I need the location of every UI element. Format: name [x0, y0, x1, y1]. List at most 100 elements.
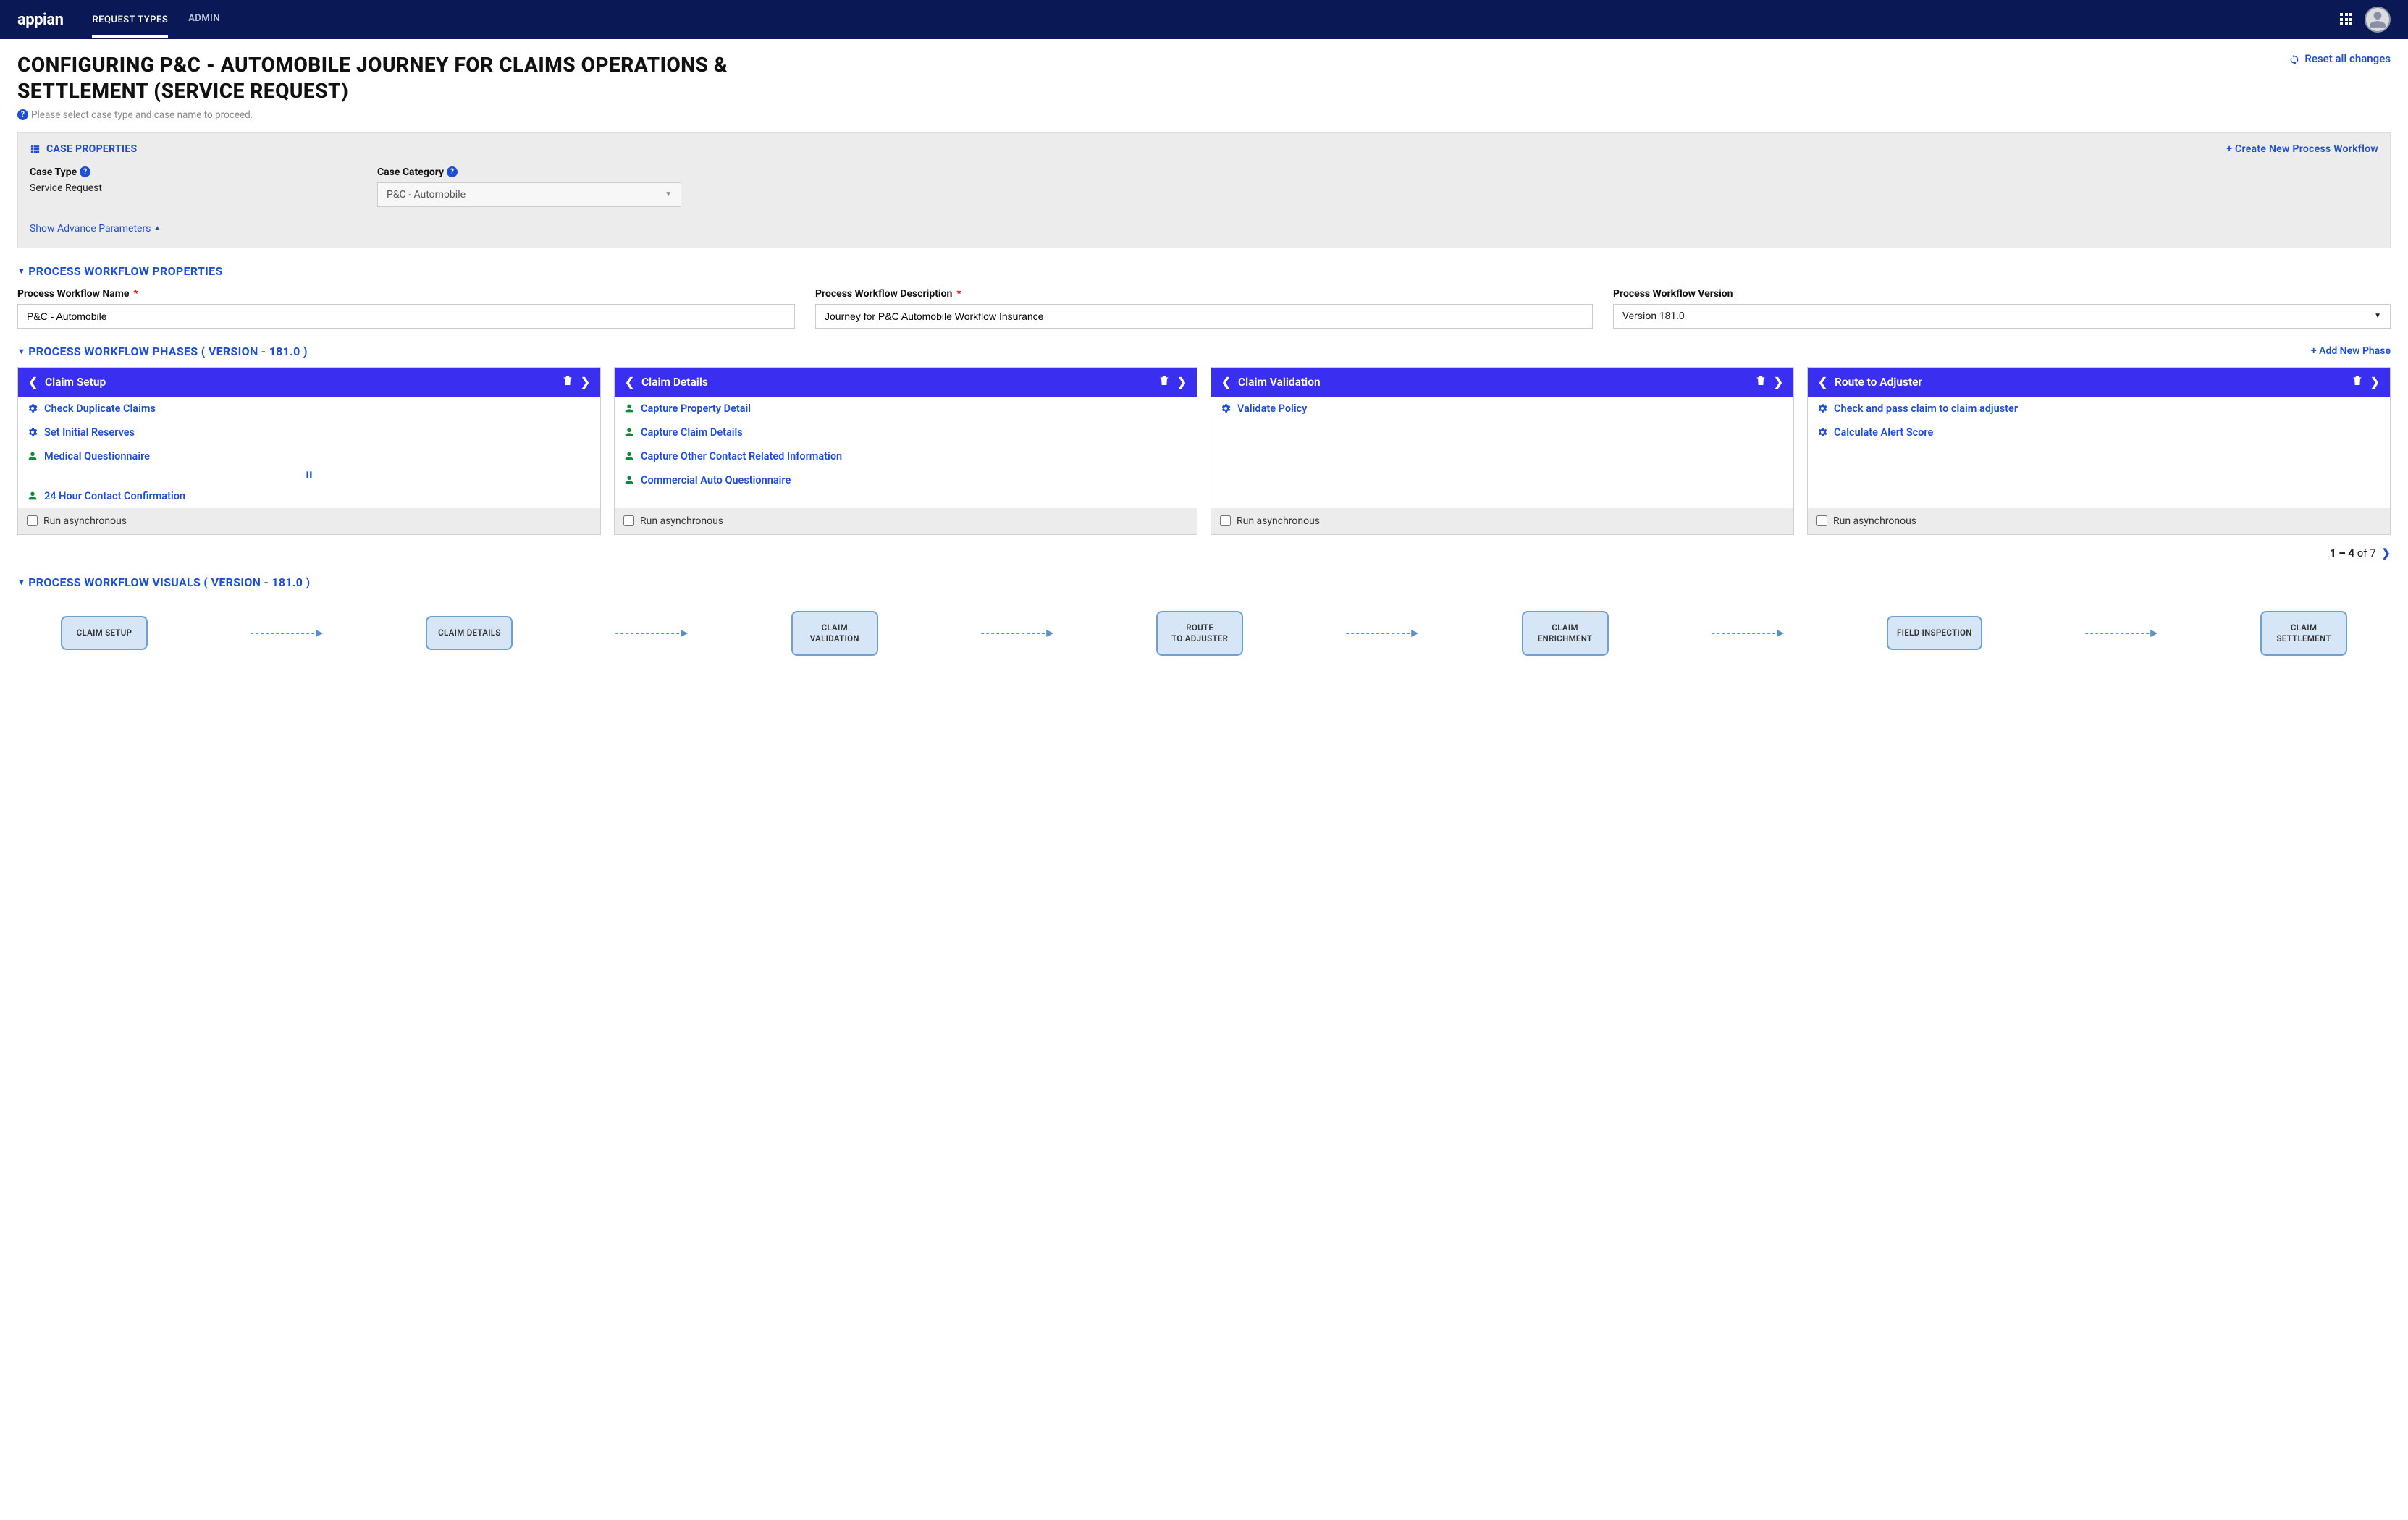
phase-next-icon[interactable]: ❯	[579, 376, 592, 389]
phase-next-icon[interactable]: ❯	[2369, 376, 2381, 389]
case-properties-panel: CASE PROPERTIES + Create New Process Wor…	[17, 132, 2391, 248]
phase-step[interactable]: Medical Questionnaire	[18, 444, 600, 468]
gear-icon	[27, 426, 38, 438]
phase-step-label: Medical Questionnaire	[44, 450, 150, 463]
brand-logo: appian	[17, 11, 63, 29]
phase-step[interactable]: Validate Policy	[1211, 397, 1793, 421]
flow-arrow-icon	[1609, 629, 1887, 638]
phase-step[interactable]: Calculate Alert Score	[1808, 421, 2390, 444]
flow-arrow-icon	[878, 629, 1156, 638]
flow-node[interactable]: CLAIM SETUP	[61, 616, 148, 650]
trash-icon[interactable]	[1158, 375, 1170, 389]
phase-prev-icon[interactable]: ❮	[27, 376, 39, 389]
nav-admin[interactable]: ADMIN	[188, 13, 220, 27]
phase-step-label: Capture Claim Details	[641, 426, 743, 439]
phase-step[interactable]: Capture Other Contact Related Informatio…	[615, 444, 1197, 468]
phase-step[interactable]: Capture Claim Details	[615, 421, 1197, 444]
workflow-flow-diagram: CLAIM SETUP CLAIM DETAILS CLAIMVALIDATION R…	[17, 611, 2391, 656]
workflow-version-select[interactable]: Version 181.0 ▼	[1613, 304, 2391, 329]
phase-card: ❮ Route to Adjuster ❯ Check and pass claim …	[1807, 367, 2391, 535]
case-properties-header: CASE PROPERTIES	[46, 143, 137, 155]
phase-prev-icon[interactable]: ❮	[1220, 376, 1232, 389]
phase-step-label: Validate Policy	[1237, 402, 1307, 415]
user-avatar[interactable]	[2365, 7, 2391, 33]
flow-arrow-icon	[1982, 629, 2260, 638]
flow-node[interactable]: ROUTETO ADJUSTER	[1156, 611, 1243, 656]
show-advance-parameters-toggle[interactable]: Show Advance Parameters ▲	[30, 223, 2378, 235]
chevron-up-icon: ▲	[153, 224, 161, 232]
nav-request-types[interactable]: REQUEST TYPES	[92, 14, 168, 38]
case-category-select[interactable]: P&C - Automobile ▼	[377, 182, 681, 207]
person-icon	[27, 450, 38, 462]
phase-title: Claim Setup	[45, 376, 556, 389]
workflow-desc-input[interactable]	[815, 304, 1593, 329]
page-title: CONFIGURING P&C - AUTOMOBILE JOURNEY FOR…	[17, 52, 814, 105]
flow-arrow-icon	[148, 629, 426, 638]
help-icon[interactable]: ?	[80, 166, 90, 177]
gear-icon	[1220, 402, 1232, 414]
trash-icon[interactable]	[2352, 375, 2363, 389]
phase-step[interactable]: Commercial Auto Questionnaire	[615, 468, 1197, 492]
list-icon	[30, 143, 41, 154]
phase-prev-icon[interactable]: ❮	[623, 376, 636, 389]
chevron-down-icon: ▼	[665, 190, 672, 198]
phase-title: Route to Adjuster	[1835, 376, 2346, 389]
flow-node[interactable]: CLAIMVALIDATION	[791, 611, 878, 656]
flow-node[interactable]: CLAIMSETTLEMENT	[2260, 611, 2347, 656]
person-icon	[623, 402, 635, 414]
phase-card: ❮ Claim Validation ❯ Validate Policy Run asy…	[1211, 367, 1794, 535]
workflow-visuals-header[interactable]: ▼ PROCESS WORKFLOW VISUALS ( VERSION - 1…	[17, 575, 2391, 589]
flow-node[interactable]: FIELD INSPECTION	[1887, 616, 1982, 650]
pause-icon[interactable]	[18, 468, 600, 484]
phase-step[interactable]: Capture Property Detail	[615, 397, 1197, 421]
phase-title: Claim Validation	[1238, 376, 1749, 389]
phase-prev-icon[interactable]: ❮	[1816, 376, 1829, 389]
person-icon	[623, 426, 635, 438]
workflow-properties-header[interactable]: ▼ PROCESS WORKFLOW PROPERTIES	[17, 264, 2391, 278]
trash-icon[interactable]	[1755, 375, 1767, 389]
phase-next-icon[interactable]: ❯	[1772, 376, 1785, 389]
gear-icon	[1816, 426, 1828, 438]
gear-icon	[27, 402, 38, 414]
flow-node[interactable]: CLAIMENRICHMENT	[1522, 611, 1609, 656]
add-new-phase-link[interactable]: + Add New Phase	[2311, 345, 2391, 357]
phase-step[interactable]: Set Initial Reserves	[18, 421, 600, 444]
phase-next-icon[interactable]: ❯	[1176, 376, 1188, 389]
flow-node[interactable]: CLAIM DETAILS	[426, 616, 513, 650]
workflow-name-label: Process Workflow Name*	[17, 288, 795, 300]
phase-step[interactable]: 24 Hour Contact Confirmation	[18, 484, 600, 508]
person-icon	[623, 450, 635, 462]
run-async-checkbox[interactable]: Run asynchronous	[1211, 508, 1793, 534]
phase-card: ❮ Claim Setup ❯ Check Duplicate Claims Set I…	[17, 367, 601, 535]
phase-cards-container: ❮ Claim Setup ❯ Check Duplicate Claims Set I…	[17, 367, 2391, 535]
run-async-checkbox[interactable]: Run asynchronous	[615, 508, 1197, 534]
run-async-checkbox[interactable]: Run asynchronous	[18, 508, 600, 534]
workflow-phases-header[interactable]: ▼ PROCESS WORKFLOW PHASES ( VERSION - 18…	[17, 345, 308, 358]
phase-card: ❮Claim Details❯Capture Property DetailCa…	[614, 367, 1197, 535]
phase-step-label: Check Duplicate Claims	[44, 402, 156, 415]
help-icon[interactable]: ?	[447, 166, 458, 177]
refresh-icon	[2289, 53, 2300, 64]
phase-step-label: Capture Property Detail	[641, 402, 751, 415]
caret-down-icon: ▼	[17, 266, 25, 276]
trash-icon[interactable]	[562, 375, 573, 389]
phase-pager: 1 – 4 of 7 ❯	[17, 546, 2391, 560]
phase-step-label: 24 Hour Contact Confirmation	[44, 490, 185, 502]
chevron-down-icon: ▼	[2374, 312, 2381, 320]
apps-grid-icon[interactable]	[2340, 13, 2353, 26]
create-new-workflow-link[interactable]: + Create New Process Workflow	[2226, 143, 2378, 155]
top-nav: REQUEST TYPES ADMIN	[92, 13, 220, 27]
workflow-version-label: Process Workflow Version	[1613, 288, 2391, 300]
pager-next-icon[interactable]: ❯	[2381, 546, 2391, 560]
phase-step-label: Capture Other Contact Related Informatio…	[641, 450, 842, 463]
run-async-checkbox[interactable]: Run asynchronous	[1808, 508, 2390, 534]
phase-step[interactable]: Check and pass claim to claim adjuster	[1808, 397, 2390, 421]
help-icon: ?	[17, 109, 28, 120]
top-bar: appian REQUEST TYPES ADMIN	[0, 0, 2408, 39]
phase-step[interactable]: Check Duplicate Claims	[18, 397, 600, 421]
case-category-label: Case Category ?	[377, 166, 681, 178]
reset-all-changes-link[interactable]: Reset all changes	[2289, 52, 2391, 65]
gear-icon	[1816, 402, 1828, 414]
workflow-name-input[interactable]	[17, 304, 795, 329]
flow-arrow-icon	[513, 629, 791, 638]
